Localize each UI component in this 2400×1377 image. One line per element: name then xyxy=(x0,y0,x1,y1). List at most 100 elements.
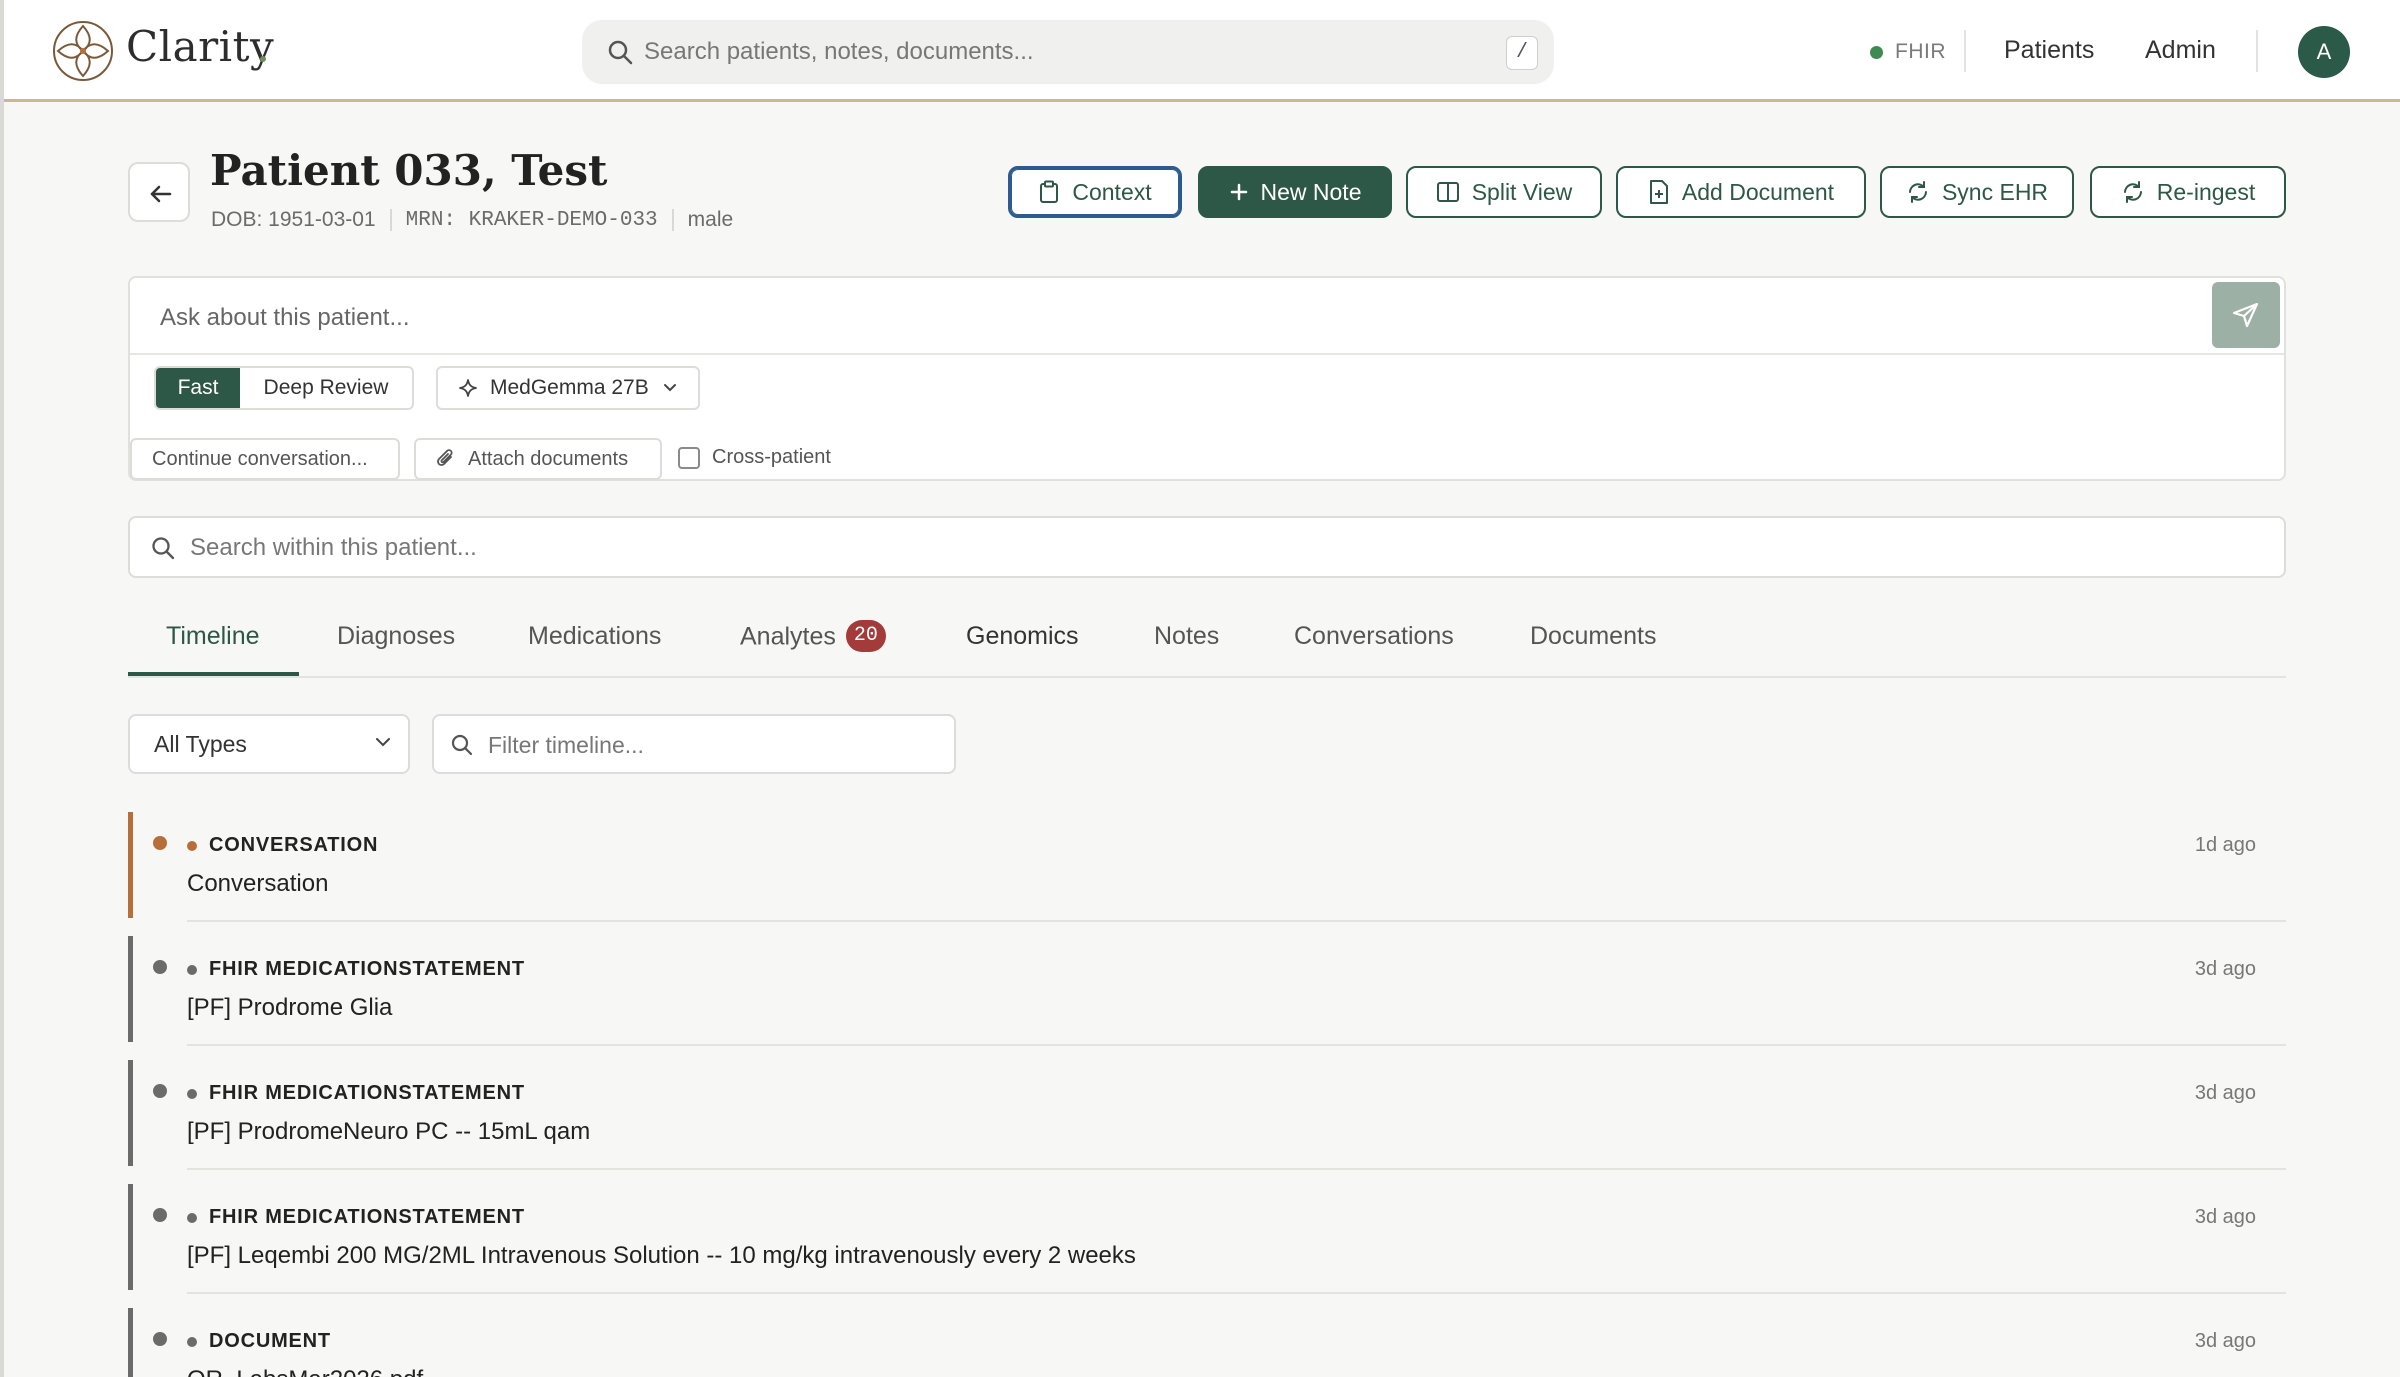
new-note-button-label: New Note xyxy=(1260,178,1362,205)
timeline-item-type: FHIR MEDICATIONSTATEMENT xyxy=(187,1082,525,1105)
context-button[interactable]: Context xyxy=(1008,166,1182,218)
timeline-dot xyxy=(153,960,167,974)
patient-sex: male xyxy=(687,208,734,231)
type-filter-select[interactable]: All Types xyxy=(128,714,410,774)
meta-divider xyxy=(671,209,674,231)
timeline-dot xyxy=(153,1208,167,1222)
meta-divider xyxy=(389,209,392,231)
sync-ehr-button-label: Sync EHR xyxy=(1941,178,2049,205)
timeline-item-time: 3d ago xyxy=(2194,1206,2256,1228)
type-dot xyxy=(187,840,197,851)
timeline-item-time: 1d ago xyxy=(2194,834,2256,856)
attach-documents-label: Attach documents xyxy=(468,447,629,470)
avatar[interactable]: A xyxy=(2298,26,2350,78)
logo-dot xyxy=(260,56,266,62)
search-icon xyxy=(152,537,175,560)
nav-admin[interactable]: Admin xyxy=(2145,36,2216,65)
timeline-item-type-label: CONVERSATION xyxy=(209,834,379,856)
cross-patient-toggle[interactable]: Cross-patient xyxy=(678,446,831,469)
add-document-button[interactable]: Add Document xyxy=(1616,166,1866,218)
mode-deep-review-button[interactable]: Deep Review xyxy=(240,368,412,408)
plus-icon xyxy=(1230,183,1247,201)
chevron-down-icon xyxy=(376,738,390,747)
tab-medications[interactable]: Medications xyxy=(528,622,661,651)
tab-genomics[interactable]: Genomics xyxy=(966,622,1079,651)
active-tab-indicator xyxy=(128,672,299,676)
timeline-dot xyxy=(153,1084,167,1098)
timeline-item-title: Conversation xyxy=(187,870,329,897)
tab-analytes-label: Analytes xyxy=(740,622,836,651)
tab-documents[interactable]: Documents xyxy=(1530,622,1656,651)
tab-timeline[interactable]: Timeline xyxy=(166,622,260,651)
timeline-item-title: [PF] Leqembi 200 MG/2ML Intravenous Solu… xyxy=(187,1242,1136,1269)
cross-patient-checkbox[interactable] xyxy=(678,446,700,469)
patient-search-input[interactable] xyxy=(190,528,2190,568)
file-plus-icon xyxy=(1649,180,1668,204)
ask-panel: Fast Deep Review MedGemma 27B Continue c… xyxy=(128,276,2286,481)
refresh-icon xyxy=(1908,181,1927,203)
send-button[interactable] xyxy=(2212,282,2280,348)
timeline-dot xyxy=(153,1332,167,1346)
timeline-item-bar xyxy=(128,1308,133,1377)
split-view-button-label: Split View xyxy=(1471,178,1573,205)
timeline-item-type: FHIR MEDICATIONSTATEMENT xyxy=(187,1206,525,1229)
ask-input[interactable] xyxy=(160,298,2160,338)
global-search-input[interactable] xyxy=(644,32,1464,72)
reingest-button[interactable]: Re-ingest xyxy=(2090,166,2286,218)
tab-notes[interactable]: Notes xyxy=(1154,622,1219,651)
tab-analytes[interactable]: Analytes 20 xyxy=(740,620,886,654)
model-select[interactable]: MedGemma 27B xyxy=(436,366,700,410)
mode-fast-button[interactable]: Fast xyxy=(156,368,240,408)
timeline-item-bar xyxy=(128,936,133,1042)
timeline-item[interactable]: FHIR MEDICATIONSTATEMENT [PF] Prodrome G… xyxy=(128,936,2286,1046)
patient-name: Patient 033, Test xyxy=(210,146,608,195)
continue-conversation-button[interactable]: Continue conversation... xyxy=(130,438,400,480)
search-icon xyxy=(608,40,633,65)
chevron-down-icon xyxy=(663,384,676,392)
timeline-item-divider xyxy=(187,920,2286,922)
add-document-button-label: Add Document xyxy=(1681,178,1835,205)
context-button-label: Context xyxy=(1072,178,1152,205)
nav-divider xyxy=(1964,30,1966,72)
timeline-item-type: DOCUMENT xyxy=(187,1330,331,1353)
continue-conversation-label: Continue conversation... xyxy=(152,447,368,470)
new-note-button[interactable]: New Note xyxy=(1198,166,1392,218)
patient-mrn: MRN: KRAKER-DEMO-033 xyxy=(405,208,658,232)
timeline-item-time: 3d ago xyxy=(2194,1330,2256,1352)
tab-conversations[interactable]: Conversations xyxy=(1294,622,1454,651)
fhir-status: FHIR xyxy=(1870,38,1946,66)
sync-ehr-button[interactable]: Sync EHR xyxy=(1880,166,2074,218)
timeline-filter[interactable] xyxy=(432,714,956,774)
sparkle-icon xyxy=(459,379,477,397)
timeline-item-time: 3d ago xyxy=(2194,958,2256,980)
cross-patient-label: Cross-patient xyxy=(712,446,831,468)
app-name: Clarity xyxy=(126,22,275,71)
patient-dob: DOB: 1951-03-01 xyxy=(211,208,376,231)
timeline-item-bar xyxy=(128,1060,133,1166)
attach-documents-button[interactable]: Attach documents xyxy=(414,438,662,480)
timeline-item-type: CONVERSATION xyxy=(187,834,378,857)
back-button[interactable] xyxy=(128,162,190,222)
timeline-item[interactable]: FHIR MEDICATIONSTATEMENT [PF] ProdromeNe… xyxy=(128,1060,2286,1170)
timeline-filter-input[interactable] xyxy=(488,726,928,764)
timeline-item[interactable]: DOCUMENT QR_LabsMar2026.pdf 3d ago xyxy=(128,1308,2286,1377)
timeline-item[interactable]: CONVERSATION Conversation 1d ago xyxy=(128,812,2286,922)
patient-meta: DOB: 1951-03-01 MRN: KRAKER-DEMO-033 mal… xyxy=(211,208,733,232)
tab-diagnoses[interactable]: Diagnoses xyxy=(337,622,455,651)
timeline-item-type: FHIR MEDICATIONSTATEMENT xyxy=(187,958,525,981)
timeline-item[interactable]: FHIR MEDICATIONSTATEMENT [PF] Leqembi 20… xyxy=(128,1184,2286,1294)
fhir-label: FHIR xyxy=(1895,40,1946,63)
global-search[interactable]: / xyxy=(582,20,1554,84)
timeline-item-title: [PF] ProdromeNeuro PC -- 15mL qam xyxy=(187,1118,591,1145)
refresh-icon xyxy=(2123,181,2142,203)
timeline-item-bar xyxy=(128,812,133,918)
fhir-status-dot xyxy=(1870,45,1883,59)
patient-search[interactable] xyxy=(128,516,2286,578)
send-icon xyxy=(2232,302,2259,328)
arrow-left-icon xyxy=(150,185,172,203)
nav-patients[interactable]: Patients xyxy=(2004,36,2094,65)
type-dot xyxy=(187,1212,197,1223)
split-view-button[interactable]: Split View xyxy=(1406,166,1602,218)
tab-bar: Timeline Diagnoses Medications Analytes 2… xyxy=(128,606,2286,678)
type-dot xyxy=(187,964,197,975)
